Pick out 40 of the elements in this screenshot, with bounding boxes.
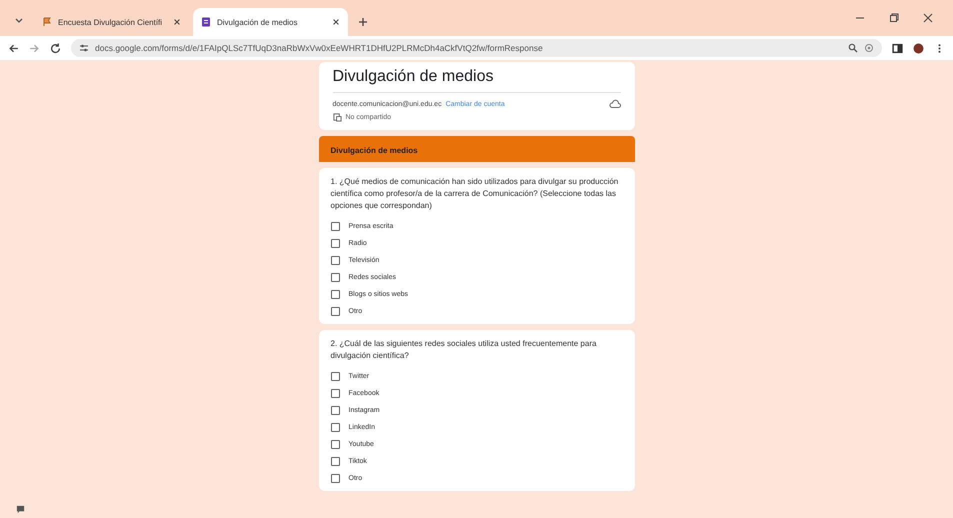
- checkbox[interactable]: [330, 307, 340, 316]
- zoom-icon[interactable]: [848, 43, 858, 53]
- browser-tab[interactable]: Divulgación de medios: [193, 8, 348, 36]
- avatar-icon[interactable]: [913, 42, 924, 54]
- checkbox[interactable]: [330, 222, 340, 231]
- checkbox[interactable]: [330, 273, 340, 282]
- back-icon[interactable]: [8, 42, 19, 54]
- url-text: docs.google.com/forms/d/e/1FAIpQLSc7TfUqD3naRbWxVw0xEeWHRT1DHfU2PLRMcDh4aCkfVtQ2fw/formResponse: [95, 43, 543, 53]
- question-text: 1. ¿Qué medios de comunicación han sido utilizados para divulgar su producción científica como profesor/a de la carrera de Comunicación? (Seleccione todas las opciones que correspondan): [330, 176, 620, 212]
- extension-icon[interactable]: [864, 43, 874, 53]
- checkbox[interactable]: [330, 440, 340, 449]
- close-icon[interactable]: [332, 18, 340, 26]
- new-tab-icon[interactable]: [358, 17, 368, 27]
- checkbox[interactable]: [330, 389, 340, 398]
- chat-icon[interactable]: [16, 505, 25, 514]
- not-shared-icon: [332, 113, 342, 122]
- form-title: Divulgación de medios: [332, 68, 620, 93]
- tab-title: Divulgación de medios: [217, 18, 298, 26]
- checkbox[interactable]: [330, 406, 340, 415]
- checkbox[interactable]: [330, 457, 340, 466]
- checkbox[interactable]: [330, 290, 340, 299]
- address-bar[interactable]: docs.google.com/forms/d/e/1FAIpQLSc7TfUqD3naRbWxVw0xEeWHRT1DHfU2PLRMcDh4aCkfVtQ2fw/formResponse: [71, 39, 882, 57]
- close-icon[interactable]: [173, 18, 181, 26]
- flag-icon: [42, 17, 52, 27]
- close-icon[interactable]: [923, 13, 933, 23]
- section-title: Divulgación de medios: [330, 146, 418, 155]
- checkbox[interactable]: [330, 372, 340, 381]
- checkbox[interactable]: [330, 423, 340, 432]
- restore-icon[interactable]: [889, 13, 899, 23]
- tab-title: Encuesta Divulgación Científi: [58, 18, 164, 26]
- side-panel-icon[interactable]: [892, 42, 903, 54]
- reload-icon[interactable]: [50, 42, 61, 54]
- checkbox[interactable]: [330, 256, 340, 265]
- cloud-icon: [608, 99, 620, 109]
- form-icon: [201, 17, 211, 27]
- checkbox[interactable]: [330, 239, 340, 248]
- browser-tab[interactable]: Encuesta Divulgación Científi: [34, 8, 189, 36]
- checkbox[interactable]: [330, 474, 340, 483]
- site-settings-icon[interactable]: [79, 43, 89, 53]
- question-text: 2. ¿Cuál de las siguientes redes sociales utiliza usted frecuentemente para divulgación científica?: [330, 338, 598, 362]
